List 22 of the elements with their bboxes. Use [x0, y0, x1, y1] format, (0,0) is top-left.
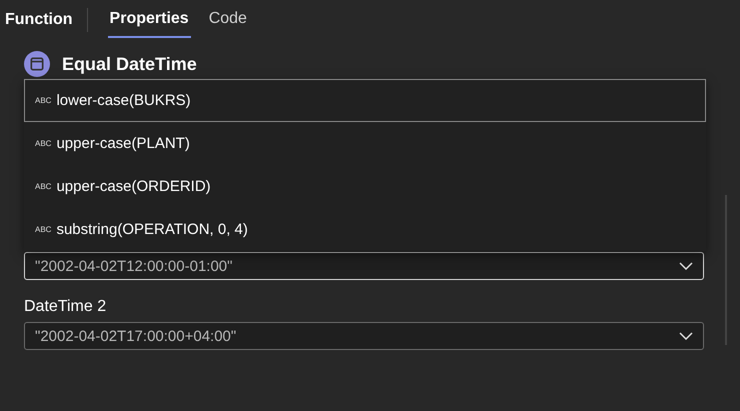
suggestion-item[interactable]: ABC substring(OPERATION, 0, 4) — [24, 208, 706, 251]
type-tag: ABC — [35, 96, 52, 105]
suggestion-item[interactable]: ABC upper-case(PLANT) — [24, 122, 706, 165]
datetime-dropdown[interactable]: "2002-04-02T17:00:00+04:00" — [24, 322, 704, 350]
tab[interactable]: Code — [206, 10, 249, 38]
suggestion-text: substring(OPERATION, 0, 4) — [56, 221, 248, 238]
tab[interactable]: Properties — [108, 10, 191, 38]
chevron-down-icon — [679, 262, 693, 270]
function-name: Equal DateTime — [62, 54, 197, 74]
type-tag: ABC — [35, 225, 52, 234]
expression-input[interactable]: ABC lower-case(BUKRS) — [24, 79, 706, 122]
expression-text: lower-case(BUKRS) — [56, 92, 191, 109]
field-label: DateTime 2 — [24, 298, 108, 316]
type-tag: ABC — [35, 182, 52, 191]
chevron-down-icon — [679, 332, 693, 340]
calendar-icon — [24, 51, 50, 77]
type-tag: ABC — [35, 139, 52, 148]
panel-title: Function — [5, 11, 73, 29]
datetime-dropdown[interactable]: "2002-04-02T12:00:00-01:00" — [24, 252, 704, 280]
suggestion-text: upper-case(PLANT) — [56, 135, 190, 152]
suggestion-item[interactable]: ABC upper-case(ORDERID) — [24, 165, 706, 208]
suggestion-text: upper-case(ORDERID) — [56, 178, 211, 195]
